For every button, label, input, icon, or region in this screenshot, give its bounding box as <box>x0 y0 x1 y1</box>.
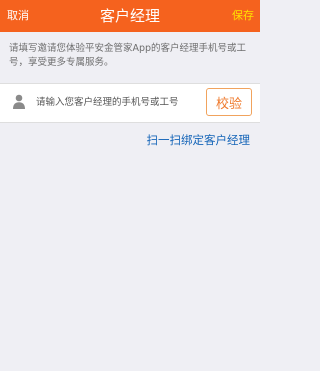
verify-button[interactable]: 校验 <box>206 88 252 116</box>
manager-input-row: 校验 <box>0 83 260 123</box>
user-icon <box>12 94 26 109</box>
page-title: 客户经理 <box>99 7 160 25</box>
cancel-button[interactable]: 取消 <box>7 0 29 32</box>
scan-bind-link[interactable]: 扫一扫绑定客户经理 <box>147 132 251 148</box>
save-button[interactable]: 保存 <box>232 0 254 32</box>
intro-text: 请填写邀请您体验平安金管家App的客户经理手机号或工号，享受更多专属服务。 <box>9 43 247 68</box>
navigation-bar: 取消 客户经理 保存 <box>0 0 260 32</box>
manager-phone-input[interactable] <box>36 92 200 112</box>
